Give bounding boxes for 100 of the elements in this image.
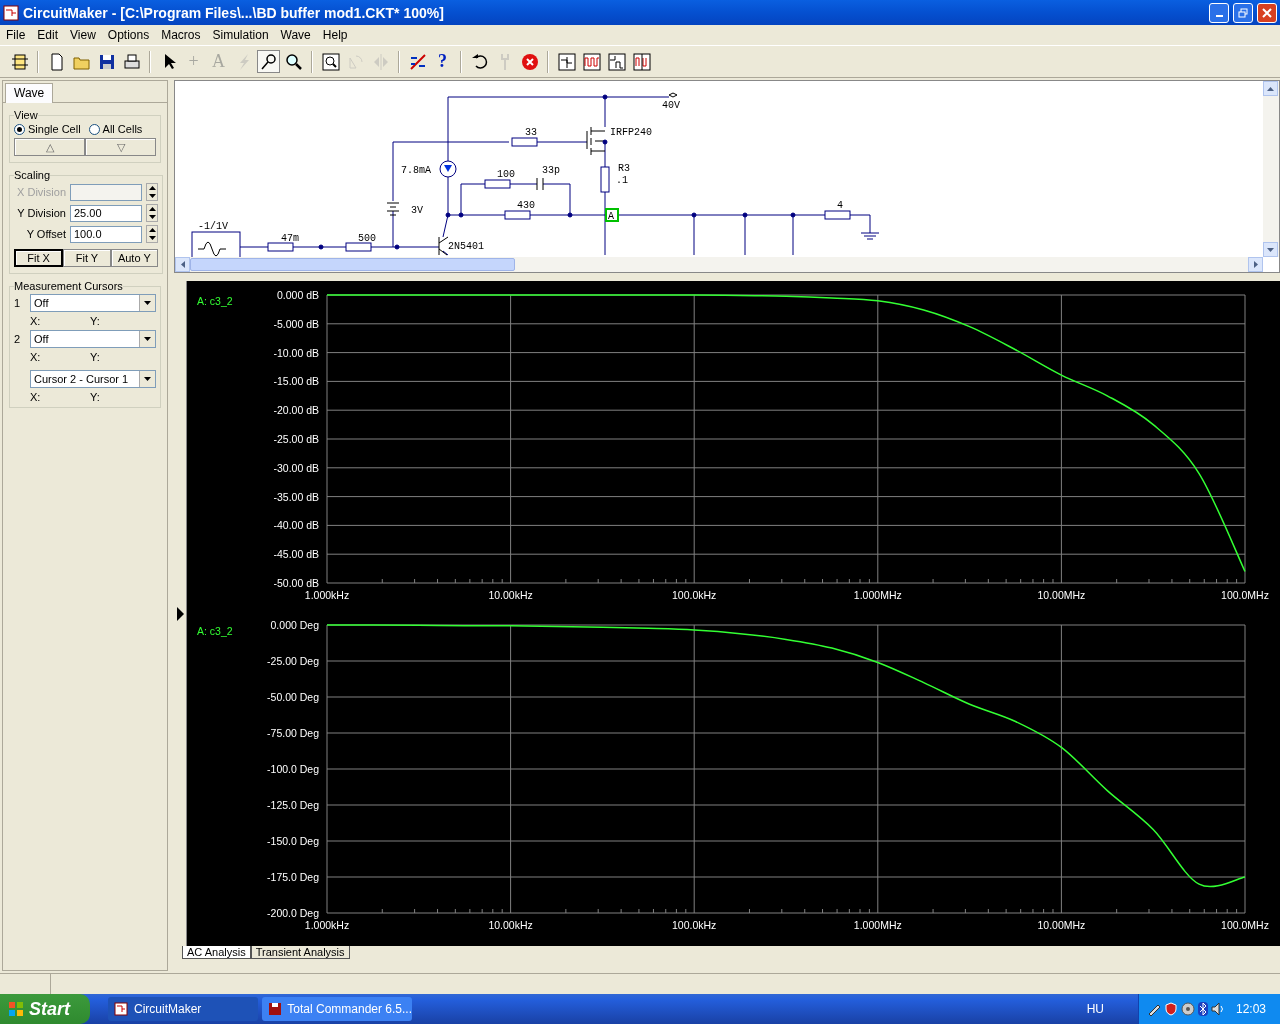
scrollbar-thumb[interactable]: [190, 258, 515, 271]
spin-button[interactable]: [146, 204, 158, 222]
disc-icon[interactable]: [1180, 1002, 1195, 1016]
x-axis-label: 10.00MHz: [1037, 919, 1086, 931]
scroll-left-button[interactable]: [175, 257, 190, 272]
toolbar-button[interactable]: [257, 50, 280, 73]
x-axis-label: 1.000MHz: [853, 589, 902, 601]
cursor-number: 2: [14, 333, 22, 345]
trace-label: A: c3_2: [197, 625, 233, 637]
fit-button[interactable]: Fit X: [14, 249, 64, 267]
fit-button[interactable]: Auto Y: [110, 249, 158, 267]
y-axis-label: -30.00 dB: [273, 461, 319, 474]
component-label: IRFP240: [610, 127, 652, 138]
y-axis-label: -125.0 Deg: [267, 799, 319, 811]
scroll-right-button[interactable]: [1248, 257, 1263, 272]
app-icon: [3, 4, 19, 21]
scroll-up-button[interactable]: [1263, 81, 1278, 96]
menu-item[interactable]: Macros: [155, 28, 207, 42]
menu-item[interactable]: Wave: [274, 28, 317, 42]
y-axis-label: -40.00 dB: [273, 519, 319, 532]
schematic-view-icon: [556, 51, 577, 72]
toolbar-button[interactable]: [580, 50, 603, 73]
bluetooth-icon[interactable]: [1197, 1002, 1208, 1016]
y-readout-label: Y:: [90, 351, 100, 363]
maximize-button[interactable]: [1233, 2, 1253, 23]
input-field[interactable]: 100.0: [70, 225, 142, 243]
start-button[interactable]: Start: [0, 994, 90, 1024]
input-field[interactable]: 25.00: [70, 204, 142, 222]
close-button[interactable]: [1257, 2, 1277, 23]
vertical-scrollbar[interactable]: [1263, 81, 1279, 257]
language-indicator[interactable]: HU: [1086, 1002, 1134, 1016]
spin-button[interactable]: [146, 183, 158, 201]
expand-arrow-icon[interactable]: [176, 606, 184, 621]
pen-icon[interactable]: [1146, 1002, 1161, 1016]
field-label: X Division: [16, 186, 66, 198]
cursor-dropdown[interactable]: Cursor 2 - Cursor 1: [30, 370, 156, 388]
component-label: 4: [837, 200, 843, 211]
y-axis-label: -35.00 dB: [273, 490, 319, 503]
split-view-icon: [606, 51, 627, 72]
radio-button[interactable]: [14, 123, 25, 135]
step-button[interactable]: ▽: [85, 138, 156, 156]
y-axis-label: -5.000 dB: [273, 317, 319, 330]
restore-icon: [1238, 7, 1248, 18]
group-title: View: [14, 109, 38, 121]
x-axis-label: 1.000kHz: [304, 919, 350, 931]
speaker-icon[interactable]: [1210, 1002, 1225, 1016]
component-label: 100: [497, 169, 515, 180]
shield-icon[interactable]: [1163, 1002, 1178, 1016]
step-button[interactable]: △: [14, 138, 85, 156]
menu-item[interactable]: File: [0, 28, 32, 42]
component-label: 500: [358, 233, 376, 244]
spin-button[interactable]: [146, 225, 158, 243]
toolbar-button[interactable]: [630, 50, 653, 73]
horizontal-scrollbar[interactable]: [175, 257, 1263, 272]
y-axis-label: -25.00 Deg: [267, 655, 319, 667]
x-axis-label: 1.000MHz: [853, 919, 902, 931]
cursor-dropdown[interactable]: Off: [30, 294, 156, 312]
y-axis-label: -175.0 Deg: [267, 871, 319, 883]
help-button[interactable]: ?: [431, 50, 454, 73]
radio-button[interactable]: [88, 123, 100, 135]
toolbar-button[interactable]: [319, 50, 342, 73]
y-axis-label: -150.0 Deg: [267, 835, 319, 847]
minimize-button[interactable]: [1209, 2, 1229, 23]
component-label: -1/1V: [198, 221, 228, 232]
probe-marker[interactable]: A: [605, 208, 619, 222]
menu-item[interactable]: View: [64, 28, 102, 42]
menu-item[interactable]: Help: [316, 28, 354, 42]
scroll-down-button[interactable]: [1263, 242, 1278, 257]
multi-view-icon: [631, 51, 652, 72]
x-axis-label: 10.00MHz: [1037, 589, 1086, 601]
taskbar-button[interactable]: CircuitMaker: [108, 997, 258, 1021]
cursor-number: 1: [14, 297, 22, 309]
x-axis-label: 10.00kHz: [488, 919, 533, 931]
panel-tab[interactable]: Wave: [5, 83, 54, 103]
app-icon: [114, 1002, 128, 1016]
component-label: 430: [517, 200, 535, 211]
y-axis-label: -20.00 dB: [273, 404, 319, 417]
waveform-view-icon: [581, 51, 602, 72]
menu-item[interactable]: Simulation: [206, 28, 275, 42]
down-arrow-icon: [148, 194, 156, 198]
x-axis-label: 100.0kHz: [672, 919, 717, 931]
y-axis-label: -50.00 Deg: [267, 691, 319, 703]
y-axis-label: -200.0 Deg: [267, 907, 319, 919]
menu-item[interactable]: Options: [101, 28, 156, 42]
radio-label: All Cells: [102, 123, 143, 135]
toolbar-button[interactable]: [555, 50, 578, 73]
fit-button[interactable]: Fit Y: [63, 249, 111, 267]
down-arrow-icon: [148, 236, 156, 240]
windows-logo-icon: [8, 1001, 24, 1017]
menu-item[interactable]: Edit: [31, 28, 65, 42]
y-readout-label: Y:: [90, 391, 100, 403]
group-title: Scaling: [14, 169, 51, 181]
field-label: Y Division: [16, 207, 66, 219]
taskbar-button[interactable]: Total Commander 6.5...: [262, 997, 412, 1021]
y-axis-label: 0.000 dB: [276, 289, 319, 301]
cursor-dropdown[interactable]: Off: [30, 330, 156, 348]
minimize-icon: [1215, 14, 1223, 17]
analysis-tab[interactable]: Transient Analysis: [250, 946, 350, 959]
component-label: 40V: [662, 100, 680, 111]
analysis-tab[interactable]: AC Analysis: [182, 946, 251, 959]
